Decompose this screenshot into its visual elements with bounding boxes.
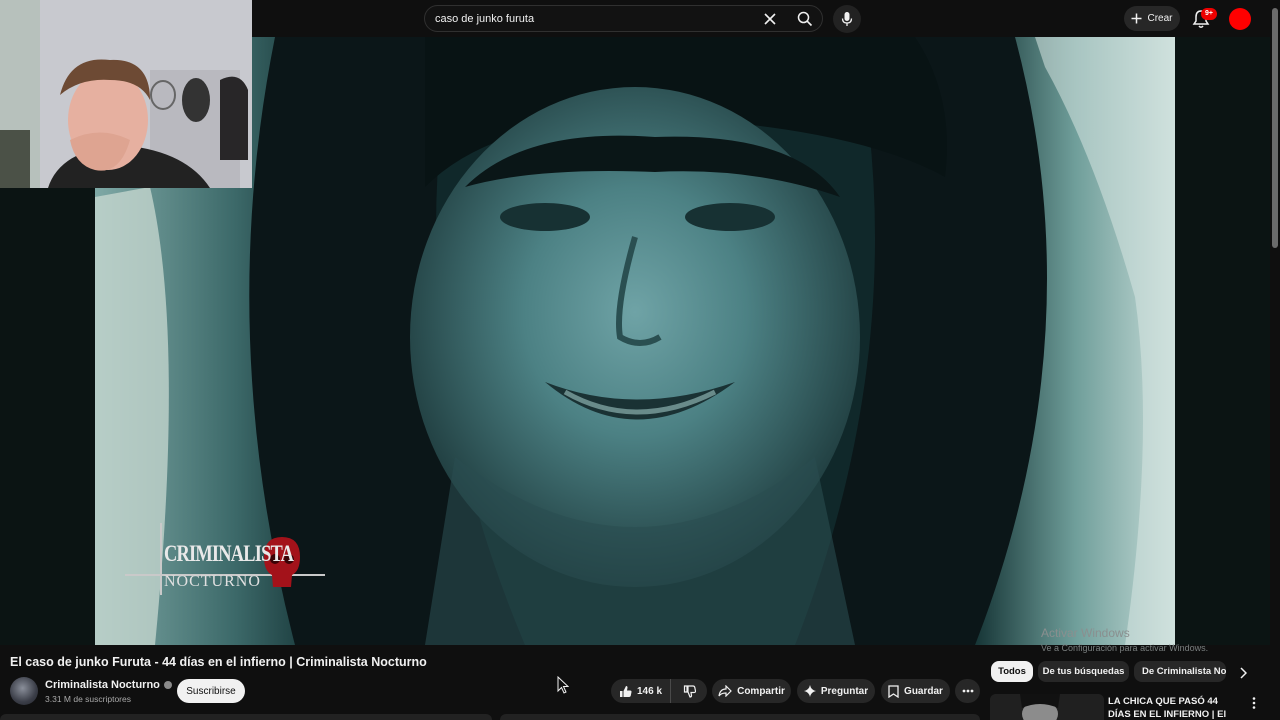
more-icon (962, 689, 973, 693)
share-icon (718, 685, 732, 697)
close-icon (764, 13, 776, 25)
recommendation-thumbnail[interactable] (990, 694, 1104, 720)
thumbnail-image (990, 694, 1104, 720)
video-player[interactable]: CRIMINALISTA NOCTURNO (95, 37, 1175, 645)
plus-icon (1131, 13, 1142, 24)
watermark-line2: NOCTURNO (164, 573, 261, 590)
subscribe-button[interactable]: Suscribirse (177, 679, 245, 703)
account-avatar[interactable] (1229, 8, 1251, 30)
ask-label: Preguntar (820, 685, 869, 697)
search-box[interactable] (424, 5, 823, 32)
create-button[interactable]: Crear (1124, 6, 1180, 31)
clear-search-button[interactable] (761, 10, 779, 28)
scrollbar-thumb[interactable] (1272, 8, 1278, 248)
search-button[interactable] (789, 7, 821, 31)
mic-icon (841, 12, 853, 26)
dislike-button[interactable] (671, 679, 707, 703)
save-button[interactable]: Guardar (881, 679, 950, 703)
ambient-right (1175, 37, 1270, 645)
create-label: Crear (1147, 13, 1173, 24)
subscriber-count: 3.31 M de suscriptores (45, 694, 131, 704)
windows-activation-subtitle: Ve a Configuración para activar Windows. (1041, 643, 1209, 653)
more-actions-button[interactable] (955, 679, 980, 703)
save-label: Guardar (904, 685, 943, 697)
sparkle-icon (803, 685, 816, 697)
like-count: 146 k (636, 685, 663, 697)
windows-activation-title: Activar Windows (1041, 626, 1130, 640)
chip-from-searches[interactable]: De tus búsquedas (1038, 661, 1129, 682)
share-button[interactable]: Compartir (712, 679, 791, 703)
cursor-icon (557, 676, 569, 694)
chip-all[interactable]: Todos (991, 661, 1033, 682)
recommendation-title[interactable]: LA CHICA QUE PASÓ 44 DÍAS EN EL INFIERNO… (1108, 695, 1238, 720)
search-input[interactable] (435, 11, 755, 27)
thumbs-down-icon (683, 684, 696, 698)
share-label: Compartir (737, 685, 785, 697)
like-dislike-group: 146 k (611, 679, 707, 703)
bookmark-icon (888, 684, 899, 698)
ask-button[interactable]: Preguntar (797, 679, 875, 703)
channel-name[interactable]: Criminalista Nocturno (45, 679, 160, 691)
webcam-overlay (0, 0, 252, 188)
chips-next-button[interactable] (1236, 665, 1250, 681)
watermark-line1: CRIMINALISTA (164, 541, 294, 566)
search-icon (797, 11, 813, 27)
video-title: El caso de junko Furuta - 44 días en el … (10, 655, 427, 669)
voice-search-button[interactable] (833, 5, 861, 33)
like-button[interactable]: 146 k (611, 679, 671, 703)
channel-avatar[interactable] (10, 677, 38, 705)
thumbs-up-icon (619, 685, 632, 697)
chip-from-channel[interactable]: De Criminalista Noc (1134, 661, 1226, 682)
chevron-right-icon (1240, 667, 1247, 679)
notifications-badge: 9+ (1201, 8, 1217, 20)
recommendation-more-icon[interactable] (1249, 696, 1259, 710)
comments-card[interactable] (500, 714, 980, 720)
youtube-watch-page: Crear 9+ (0, 0, 1280, 720)
verified-icon (163, 681, 172, 690)
webcam-frame (0, 0, 252, 188)
channel-name-row[interactable]: Criminalista Nocturno (45, 679, 172, 691)
description-card[interactable] (0, 714, 492, 720)
